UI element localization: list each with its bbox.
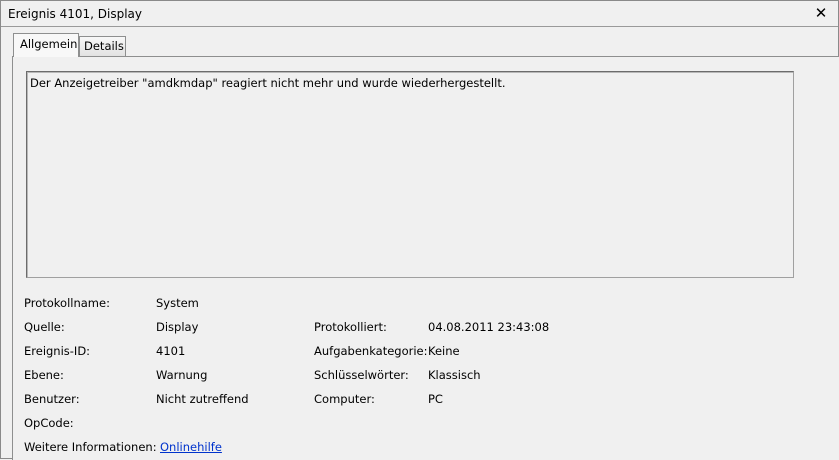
label-protokolliert: Protokolliert: <box>314 320 387 334</box>
event-properties-window: Ereignis 4101, Display ✕ Allgemein Detai… <box>0 0 839 460</box>
event-description-box[interactable]: Der Anzeigetreiber "amdkmdap" reagiert n… <box>26 71 794 278</box>
value-protokollname: System <box>156 296 199 310</box>
value-computer: PC <box>428 392 443 406</box>
value-benutzer: Nicht zutreffend <box>156 392 249 406</box>
tab-strip: Allgemein Details <box>1 27 838 57</box>
onlinehilfe-link[interactable]: Onlinehilfe <box>160 440 222 454</box>
value-aufgabenkategorie: Keine <box>428 344 460 358</box>
label-opcode: OpCode: <box>24 416 74 430</box>
value-quelle: Display <box>156 320 199 334</box>
label-ereignis-id: Ereignis-ID: <box>24 344 91 358</box>
value-ebene: Warnung <box>156 368 208 382</box>
tab-panel-allgemein: Der Anzeigetreiber "amdkmdap" reagiert n… <box>12 56 839 460</box>
label-schluesselwoerter: Schlüsselwörter: <box>314 368 409 382</box>
label-weitere-informationen: Weitere Informationen: <box>24 440 157 454</box>
label-benutzer: Benutzer: <box>24 392 80 406</box>
label-ebene: Ebene: <box>24 368 64 382</box>
label-aufgabenkategorie: Aufgabenkategorie: <box>314 344 428 358</box>
label-protokollname: Protokollname: <box>24 296 110 310</box>
label-quelle: Quelle: <box>24 320 65 334</box>
title-bar[interactable]: Ereignis 4101, Display ✕ <box>1 1 838 27</box>
value-protokolliert: 04.08.2011 23:43:08 <box>428 320 550 334</box>
tab-details[interactable]: Details <box>79 36 126 56</box>
value-schluesselwoerter: Klassisch <box>428 368 481 382</box>
tab-allgemein[interactable]: Allgemein <box>13 33 79 57</box>
value-ereignis-id: 4101 <box>156 344 186 358</box>
window-title: Ereignis 4101, Display <box>8 7 142 21</box>
close-icon[interactable]: ✕ <box>813 5 829 21</box>
label-computer: Computer: <box>314 392 375 406</box>
